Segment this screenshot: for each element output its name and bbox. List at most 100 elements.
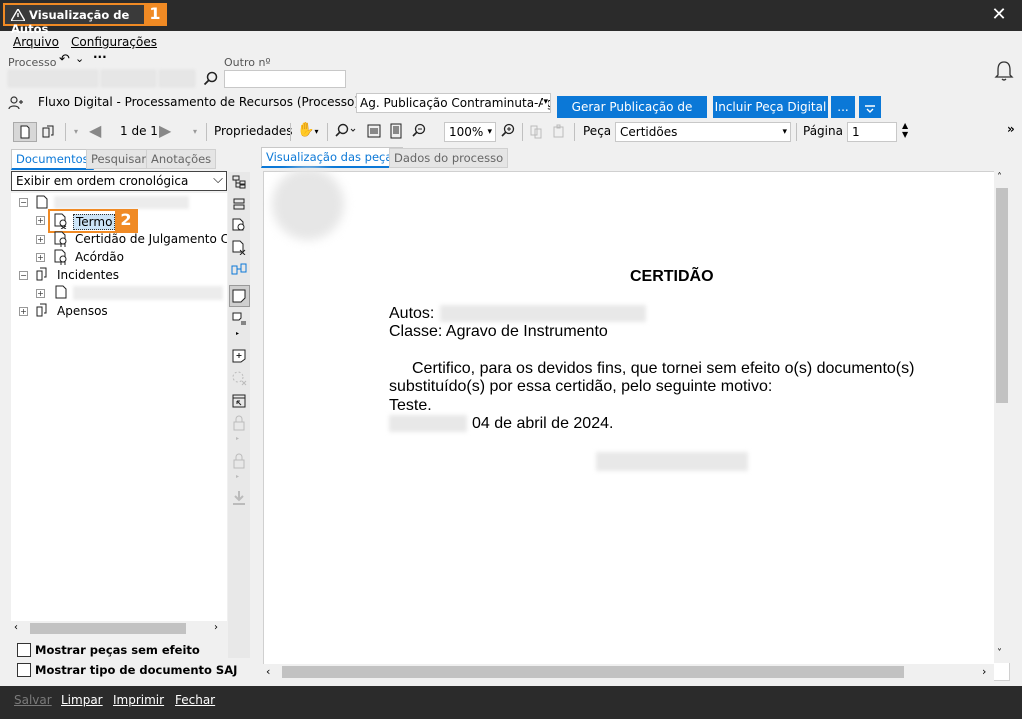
window-title-text: Visualização de Autos [11,8,130,36]
gerar-publicacao-button[interactable]: Gerar Publicação de Vista [557,96,707,136]
scroll-down-icon[interactable]: ˅ [997,648,1002,659]
checkbox-tipo-doc[interactable] [17,663,31,677]
expand-arrow-icon[interactable]: ▸ [236,330,239,337]
window-title: Visualização de Autos [3,3,167,36]
collapse-toggle[interactable]: − [19,271,28,280]
tree-item-apensos[interactable]: Apensos [57,304,108,318]
zoom-tool-icon[interactable] [334,122,358,140]
signature-redacted [596,452,748,471]
tree-item-incidentes[interactable]: Incidentes [57,268,119,282]
tree-view-icon[interactable] [231,174,247,190]
fila-select[interactable]: Ag. Publicação Contraminuta-Agi ▾ [356,93,551,113]
menu-arquivo[interactable]: Arquivo [13,35,59,49]
pages-icon[interactable] [39,123,59,141]
peca-label: Peça [583,124,612,138]
outro-numero-input[interactable] [224,70,346,88]
doc-line2: substituído(s) por essa certidão, pelo s… [389,378,773,395]
prev-page-icon[interactable]: ◀ [89,121,101,140]
more-actions-button[interactable]: ... [831,96,855,118]
expand-toggle[interactable]: + [19,307,28,316]
copy-icon [528,123,546,139]
search-icon[interactable] [203,71,219,87]
collapse-toggle[interactable]: − [19,198,28,207]
outro-numero-label: Outro nº [224,56,271,69]
limpar-button[interactable]: Limpar [61,693,103,707]
certificate-icon[interactable] [231,217,247,233]
toolbar-separator [327,123,328,141]
doc-classe: Classe: Agravo de Instrumento [389,323,608,340]
next-page-icon[interactable]: ▶ [159,121,171,140]
scroll-right-icon[interactable]: › [214,622,218,633]
checkbox-sem-efeito[interactable] [17,643,31,657]
tab-dados-processo[interactable]: Dados do processo [389,148,509,168]
scroll-right-icon[interactable]: › [982,665,986,678]
zoom-in-icon[interactable] [500,123,516,139]
fit-width-icon[interactable] [366,123,382,139]
list-view-icon[interactable] [231,196,247,212]
expand-toggle[interactable]: + [36,253,45,262]
bell-icon[interactable] [994,60,1014,82]
scroll-up-icon[interactable]: ˄ [997,172,1002,183]
salvar-button[interactable]: Salvar [14,693,52,707]
tab-pesquisar[interactable]: Pesquisar [86,149,152,169]
overflow-chevron-icon[interactable]: » [1007,122,1015,136]
zoom-value: 100% [449,125,484,139]
note-button[interactable] [229,285,250,307]
imprimir-button[interactable]: Imprimir [113,693,164,707]
back-arrow-icon[interactable]: ↶ [59,52,70,67]
doc-line3: Teste. [389,397,432,414]
scrollbar-thumb[interactable] [30,623,186,634]
order-select[interactable]: Exibir em ordem cronológica ⌵ [11,171,227,191]
window-restore-icon[interactable] [231,393,247,409]
toolbar-separator [65,123,66,141]
more-options-button[interactable]: ··· [93,50,107,64]
expand-toggle[interactable]: + [36,289,45,298]
first-page-icon[interactable]: ▾ [74,127,78,136]
dropdown-arrow-icon: ▾ [782,127,787,137]
zoom-out-icon[interactable] [411,123,427,139]
city-redacted [389,415,467,432]
doc-line1: Certifico, para os devidos fins, que tor… [412,360,915,377]
processo-field-part2[interactable] [101,70,156,87]
step-badge-2: 2 [115,209,137,233]
menu-configuracoes[interactable]: Configurações [71,35,157,49]
processo-field-part3[interactable] [159,70,195,87]
last-page-icon[interactable]: ▾ [193,127,197,136]
zoom-select[interactable]: 100% ▾ [444,122,496,142]
chevron-down-icon[interactable]: ⌄ [75,52,84,65]
close-icon[interactable]: ✕ [988,5,1010,27]
scrollbar-thumb[interactable] [996,188,1008,403]
tree-item-termo[interactable]: Termo [73,214,116,230]
expand-menu-button[interactable] [859,96,881,118]
page-icon [20,125,30,139]
expand-toggle[interactable]: + [36,216,45,225]
fechar-button[interactable]: Fechar [175,693,215,707]
expand-toggle[interactable]: + [36,235,45,244]
tree-item-acordao[interactable]: Acórdão [75,250,124,264]
folder-docs-icon [36,303,50,317]
doc-date: 04 de abril de 2024. [472,415,614,432]
note-list-icon[interactable] [231,311,247,327]
scrollbar-thumb[interactable] [282,666,904,678]
certificate-remove-icon[interactable] [231,239,247,256]
propriedades-button[interactable]: Propriedades [214,124,293,138]
pagina-spinner[interactable]: ▲ ▼ [902,121,908,139]
tab-documentos[interactable]: Documentos [11,149,94,170]
peca-select[interactable]: Certidões ▾ [615,122,791,142]
processo-field-part1[interactable] [8,70,98,87]
pagina-input[interactable]: 1 [847,122,897,142]
scroll-left-icon[interactable]: ‹ [266,665,270,678]
logo-emblem [272,168,344,240]
hand-tool-icon[interactable]: ✋▾ [297,122,318,138]
fit-page-icon[interactable] [388,123,404,139]
compare-docs-icon[interactable] [231,261,247,277]
download-icon [231,490,247,506]
tab-visualizacao[interactable]: Visualização das peças [261,147,404,168]
dropdown-arrow-icon: ▾ [487,127,492,137]
tab-anotacoes[interactable]: Anotações [146,149,217,169]
add-note-icon[interactable] [231,348,247,364]
document-view-button[interactable] [13,122,37,142]
scroll-left-icon[interactable]: ‹ [14,622,18,633]
incluir-peca-button[interactable]: Incluir Peça Digital [713,96,828,118]
tree-item-certidao[interactable]: Certidão de Julgamento Coleg [75,232,227,246]
